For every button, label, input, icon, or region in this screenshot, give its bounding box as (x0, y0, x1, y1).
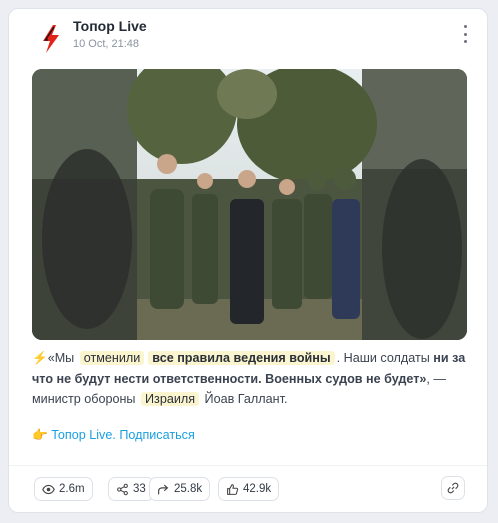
eye-icon (42, 484, 55, 494)
highlight-1: отменили (79, 351, 145, 365)
subscribe-link[interactable]: 👉 Топор Live. Подписаться (32, 428, 195, 443)
lightning-icon (43, 25, 59, 53)
likes-counter[interactable]: 42.9k (218, 477, 280, 501)
post-date: 10 Oct, 21:48 (73, 38, 140, 50)
divider (9, 465, 487, 466)
more-menu-icon[interactable] (459, 25, 471, 43)
post-header: Топор Live 10 Oct, 21:48 (9, 9, 487, 67)
views-counter[interactable]: 2.6m (34, 477, 93, 501)
highlight-3: Израиля (141, 392, 200, 406)
channel-name[interactable]: Топор Live (73, 18, 147, 34)
pointing-hand-icon: 👉 (32, 428, 48, 442)
highlight-2: все правила ведения войны (148, 351, 335, 365)
share-icon (117, 483, 128, 495)
post-photo[interactable] (32, 69, 467, 340)
post-text: ⚡«Мы отменили все правила ведения войны. … (32, 351, 466, 406)
forwards-counter[interactable]: 25.8k (149, 477, 211, 501)
zap-emoji: ⚡ (32, 351, 48, 365)
forward-icon (158, 484, 169, 494)
shares-counter[interactable]: 33 (108, 477, 154, 501)
link-icon (447, 482, 459, 494)
thumbs-up-icon (227, 483, 239, 495)
copy-link-button[interactable] (441, 476, 465, 500)
channel-logo[interactable] (33, 21, 69, 57)
post-card: Топор Live 10 Oct, 21:48 ⚡«Мы отменили в… (8, 8, 488, 513)
photo-soldiers (32, 69, 467, 340)
